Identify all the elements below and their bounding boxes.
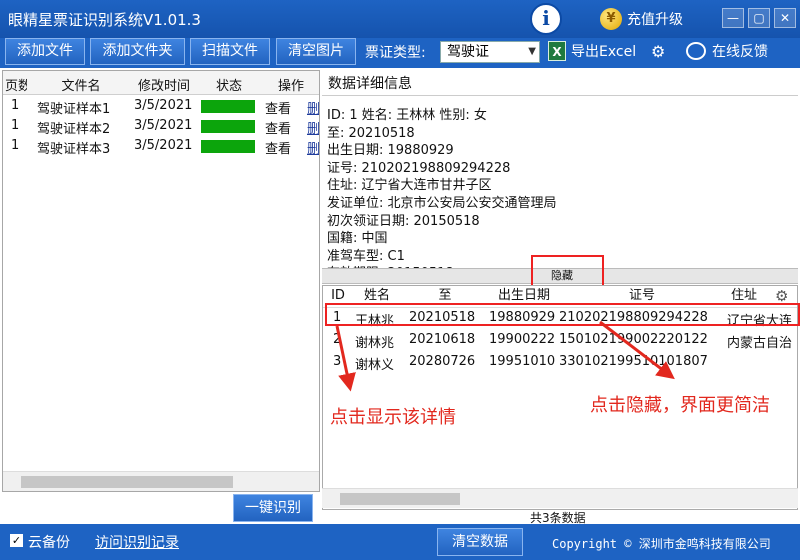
- recharge-label: 充值升级: [627, 12, 683, 28]
- export-excel-label: 导出Excel: [571, 44, 637, 60]
- hide-highlight-box: [531, 255, 604, 287]
- clear-images-button[interactable]: 清空图片: [276, 38, 356, 65]
- cell-address: 内蒙古自治: [727, 336, 793, 351]
- horizontal-scrollbar[interactable]: [3, 471, 319, 491]
- delete-link[interactable]: 删除: [307, 138, 319, 157]
- title-bar: 眼精星票证识别系统V1.01.3 i ¥ 充值升级 — ▢ ✕: [0, 0, 800, 38]
- add-folder-button[interactable]: 添加文件夹: [90, 38, 185, 65]
- view-link[interactable]: 查看: [265, 98, 291, 117]
- delete-link[interactable]: 删除: [307, 98, 319, 117]
- detail-line: 国籍: 中国: [327, 231, 388, 247]
- file-time: 3/5/2021: [134, 138, 192, 153]
- scrollbar-thumb[interactable]: [340, 493, 460, 505]
- ticket-type-label: 票证类型:: [365, 45, 426, 61]
- column-modified-time: 修改时间: [137, 79, 190, 94]
- detail-line: 住址: 辽宁省大连市甘井子区: [327, 178, 492, 194]
- detail-text-box: ID: 1 姓名: 王林林 性别: 女 至: 20210518 出生日期: 19…: [322, 95, 798, 271]
- close-button[interactable]: ✕: [774, 8, 796, 28]
- chevron-down-icon: ▼: [528, 46, 536, 57]
- cell-id: 3: [333, 354, 342, 369]
- file-list-header: 页数 文件名 修改时间 状态 操作: [3, 71, 319, 95]
- file-page: 1: [11, 138, 20, 153]
- cell-valid-to: 20280726: [409, 354, 476, 369]
- column-filename: 文件名: [61, 79, 101, 94]
- detail-line: 出生日期: 19880929: [327, 143, 454, 159]
- scrollbar-thumb[interactable]: [21, 476, 233, 488]
- delete-link[interactable]: 删除: [307, 118, 319, 137]
- cloud-backup-checkbox[interactable]: ✓: [10, 534, 23, 547]
- file-list-panel: 页数 文件名 修改时间 状态 操作 1 驾驶证样本1 3/5/2021 查看 删…: [2, 70, 320, 492]
- file-time: 3/5/2021: [134, 118, 192, 133]
- maximize-button[interactable]: ▢: [748, 8, 770, 28]
- bottom-bar: ✓ 云备份 访问识别记录 清空数据 Copyright © 深圳市金鸣科技有限公…: [0, 524, 800, 560]
- add-file-button[interactable]: 添加文件: [5, 38, 85, 65]
- cell-birth-date: 19900222: [489, 332, 556, 347]
- file-name: 驾驶证样本2: [37, 122, 111, 137]
- annotation-click-detail: 点击显示该详情: [330, 407, 456, 428]
- view-link[interactable]: 查看: [265, 118, 291, 137]
- toolbar: 添加文件 添加文件夹 扫描文件 清空图片 票证类型: 驾驶证 ▼ X 导出Exc…: [0, 38, 800, 68]
- table-row[interactable]: 3 谢林义 20280726 19951010 3301021995101018…: [323, 352, 797, 374]
- cell-valid-to: 20210618: [409, 332, 476, 347]
- excel-icon: X: [548, 41, 566, 61]
- horizontal-scrollbar[interactable]: [322, 488, 798, 508]
- detail-line: 初次领证日期: 20150518: [327, 213, 480, 229]
- detail-line: 发证单位: 北京市公安局公安交通管理局: [327, 195, 557, 211]
- column-action: 操作: [277, 79, 304, 94]
- file-page: 1: [11, 118, 20, 133]
- ticket-type-select[interactable]: 驾驶证 ▼: [440, 41, 540, 63]
- file-row[interactable]: 1 驾驶证样本2 3/5/2021 查看 删除: [3, 117, 319, 137]
- file-time: 3/5/2021: [134, 98, 192, 113]
- status-bar: [201, 120, 255, 133]
- coin-icon: ¥: [600, 8, 622, 30]
- scan-file-button[interactable]: 扫描文件: [190, 38, 270, 65]
- detail-title: 数据详细信息: [328, 76, 412, 92]
- detail-line: ID: 1 姓名: 王林林 性别: 女: [327, 108, 487, 123]
- file-row[interactable]: 1 驾驶证样本1 3/5/2021 查看 删除: [3, 97, 319, 117]
- cell-cert-number: 150102199002220122: [559, 332, 708, 347]
- app-title: 眼精星票证识别系统V1.01.3: [8, 11, 201, 29]
- cell-birth-date: 19951010: [489, 354, 556, 369]
- detail-line: 证号: 210202198809294228: [327, 160, 511, 176]
- row-highlight-box: [325, 303, 800, 326]
- history-link[interactable]: 访问识别记录: [95, 532, 179, 552]
- chat-icon: [686, 42, 706, 60]
- cell-name: 谢林兆: [355, 336, 395, 351]
- file-name: 驾驶证样本3: [37, 142, 111, 157]
- column-status: 状态: [215, 79, 242, 94]
- export-excel-button[interactable]: X 导出Excel: [548, 41, 636, 61]
- cloud-backup-label: 云备份: [28, 535, 70, 551]
- clear-data-button[interactable]: 清空数据: [437, 528, 523, 556]
- table-row[interactable]: 2 谢林兆 20210618 19900222 1501021990022201…: [323, 330, 797, 352]
- copyright: Copyright © 深圳市金鸣科技有限公司: [552, 537, 771, 551]
- info-icon[interactable]: i: [530, 3, 562, 35]
- gear-icon[interactable]: ⚙: [651, 42, 665, 61]
- online-feedback-button[interactable]: 在线反馈: [686, 41, 768, 61]
- online-feedback-label: 在线反馈: [712, 44, 768, 60]
- status-bar: [201, 140, 255, 153]
- cell-name: 谢林义: [355, 358, 395, 373]
- file-page: 1: [11, 98, 20, 113]
- cell-id: 2: [333, 332, 342, 347]
- view-link[interactable]: 查看: [265, 138, 291, 157]
- recognize-button[interactable]: 一键识别: [233, 494, 313, 522]
- detail-line: 至: 20210518: [327, 125, 415, 141]
- cell-cert-number: 330102199510101807: [559, 354, 708, 369]
- annotation-click-hide: 点击隐藏，界面更简洁: [590, 395, 770, 416]
- recharge-button[interactable]: ¥ 充值升级: [600, 7, 683, 31]
- status-bar: [201, 100, 255, 113]
- file-row[interactable]: 1 驾驶证样本3 3/5/2021 查看 删除: [3, 137, 319, 157]
- minimize-button[interactable]: —: [722, 8, 744, 28]
- column-page: 页数: [5, 79, 27, 94]
- ticket-type-value: 驾驶证: [447, 44, 489, 60]
- file-name: 驾驶证样本1: [37, 102, 111, 117]
